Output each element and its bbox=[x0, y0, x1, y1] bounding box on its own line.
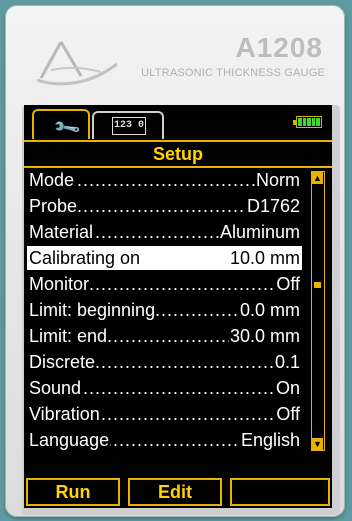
setting-label: Sound bbox=[29, 376, 83, 400]
setting-label: Vibration bbox=[29, 402, 101, 426]
setting-value: D1762 bbox=[245, 194, 300, 218]
battery-icon bbox=[293, 116, 322, 128]
setting-value: 30.0 mm bbox=[228, 324, 300, 348]
settings-row[interactable]: ........................................… bbox=[27, 272, 302, 296]
setting-label: Language bbox=[29, 428, 111, 452]
settings-row[interactable]: ........................................… bbox=[27, 402, 302, 426]
brand-logo-icon bbox=[36, 41, 118, 86]
setting-value: Aluminum bbox=[218, 220, 300, 244]
settings-row[interactable]: ........................................… bbox=[27, 350, 302, 374]
tab-bar: 🔧 123 0 bbox=[24, 105, 332, 143]
setting-value: English bbox=[239, 428, 300, 452]
lcd-screen: 🔧 123 0 Setup ..........................… bbox=[24, 105, 332, 508]
settings-row[interactable]: ........................................… bbox=[27, 194, 302, 218]
setting-label: Probe bbox=[29, 194, 79, 218]
setting-label: Limit: beginning bbox=[29, 298, 157, 322]
settings-row[interactable]: ........................................… bbox=[27, 376, 302, 400]
setting-value: Norm bbox=[255, 168, 300, 192]
tab-settings[interactable]: 🔧 bbox=[32, 109, 90, 143]
scroll-up-arrow-icon[interactable]: ▲ bbox=[312, 172, 323, 184]
settings-row[interactable]: ........................................… bbox=[27, 220, 302, 244]
softkey-bar: Run Edit bbox=[24, 478, 332, 506]
setting-value: 10.0 mm bbox=[228, 246, 300, 270]
device-model: A1208 bbox=[235, 32, 323, 63]
settings-row[interactable]: ........................................… bbox=[27, 298, 302, 322]
settings-list: ........................................… bbox=[27, 168, 302, 458]
counter-icon: 123 0 bbox=[112, 117, 146, 135]
settings-row[interactable]: ........................................… bbox=[27, 324, 302, 348]
tab-measurement[interactable]: 123 0 bbox=[92, 111, 164, 139]
setting-value: 0.1 bbox=[273, 350, 300, 374]
setting-label: Material bbox=[29, 220, 95, 244]
setting-value: Off bbox=[275, 402, 300, 426]
setting-label: Discrete bbox=[29, 350, 97, 374]
scroll-down-arrow-icon[interactable]: ▼ bbox=[312, 438, 323, 450]
settings-row[interactable]: ........................................… bbox=[27, 246, 302, 270]
setting-label: Calibrating on bbox=[29, 246, 142, 270]
setting-value: On bbox=[274, 376, 300, 400]
settings-row[interactable]: ........................................… bbox=[27, 428, 302, 452]
scrollbar[interactable]: ▲ ▼ bbox=[311, 171, 325, 451]
screen-title: Setup bbox=[24, 140, 332, 168]
edit-button[interactable]: Edit bbox=[128, 478, 222, 506]
setting-value: Off bbox=[275, 272, 300, 296]
empty-softkey[interactable] bbox=[230, 478, 330, 506]
setting-label: Limit: end bbox=[29, 324, 109, 348]
setting-label: Mode bbox=[29, 168, 76, 192]
run-button[interactable]: Run bbox=[26, 478, 120, 506]
device-tagline: ULTRASONIC THICKNESS GAUGE bbox=[141, 67, 325, 79]
settings-row[interactable]: ........................................… bbox=[27, 168, 302, 192]
scroll-thumb[interactable] bbox=[314, 282, 321, 288]
setting-value: 0.0 mm bbox=[238, 298, 300, 322]
setting-label: Monitor bbox=[29, 272, 91, 296]
